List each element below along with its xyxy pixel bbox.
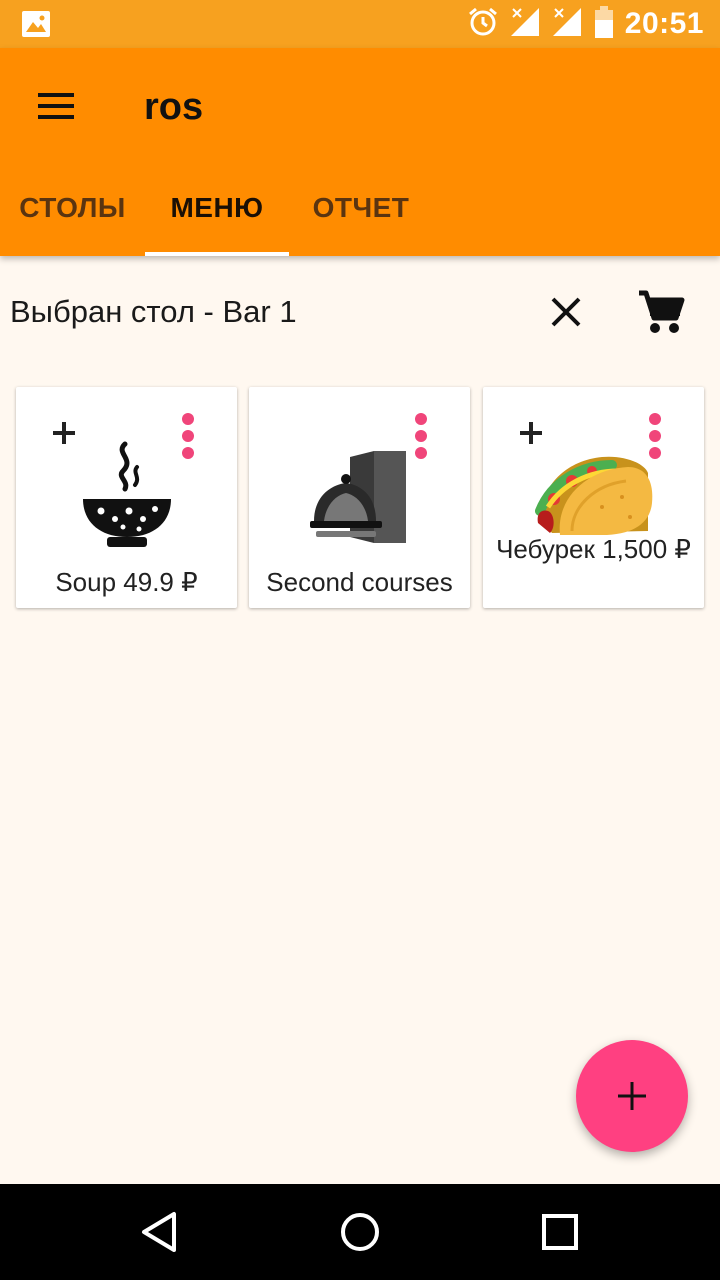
tab-bar: СТОЛЫ МЕНЮ ОТЧЕТ <box>0 160 720 256</box>
gallery-icon <box>22 11 50 42</box>
tab-menu[interactable]: МЕНЮ <box>145 160 289 256</box>
close-icon[interactable] <box>542 288 590 336</box>
menu-item-name: Чебурек 1,500 ₽ <box>496 534 691 564</box>
recents-icon[interactable] <box>536 1208 584 1256</box>
add-icon[interactable] <box>517 419 545 447</box>
menu-item-name: Second courses <box>266 567 453 597</box>
clock-time: 20:51 <box>624 7 704 40</box>
cloche-door-icon <box>309 447 410 556</box>
app-bar: ros СТОЛЫ МЕНЮ ОТЧЕТ <box>0 48 720 256</box>
plus-icon <box>618 1082 646 1110</box>
more-options-icon[interactable] <box>180 413 196 459</box>
home-icon[interactable] <box>336 1208 384 1256</box>
selected-table-label: Выбран стол - Bar 1 <box>10 294 297 329</box>
signal-off-icon <box>509 6 541 43</box>
back-icon[interactable] <box>136 1208 184 1256</box>
menu-item-soup[interactable]: Soup 49.9 ₽ <box>16 387 237 608</box>
app-title: ros <box>144 86 204 128</box>
alarm-icon <box>467 6 499 43</box>
menu-item-cheburek[interactable]: Чебурек 1,500 ₽ <box>483 387 704 608</box>
menu-item-name: Soup 49.9 ₽ <box>55 567 198 597</box>
add-icon[interactable] <box>50 419 78 447</box>
taco-image <box>532 451 656 542</box>
selected-table-row: Выбран стол - Bar 1 <box>0 256 720 370</box>
cart-icon[interactable] <box>636 288 686 336</box>
add-item-button[interactable] <box>576 1040 688 1152</box>
soup-bowl-icon <box>77 439 177 556</box>
signal-off-icon <box>551 6 583 43</box>
battery-icon <box>593 5 615 43</box>
tab-tables[interactable]: СТОЛЫ <box>0 160 145 256</box>
status-icons: 20:51 <box>467 0 704 48</box>
status-bar: 20:51 <box>0 0 720 48</box>
navigation-bar <box>0 1184 720 1280</box>
more-options-icon[interactable] <box>413 413 429 459</box>
menu-item-second-courses[interactable]: Second courses <box>249 387 470 608</box>
tab-report[interactable]: ОТЧЕТ <box>289 160 433 256</box>
menu-icon[interactable] <box>26 82 86 130</box>
